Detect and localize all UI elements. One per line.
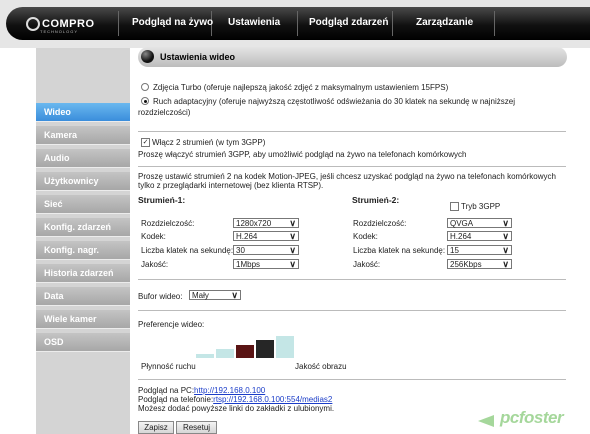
nav-management[interactable]: Zarządzanie	[416, 17, 473, 28]
sidebar-item-event-config[interactable]: Konfig. zdarzeń	[36, 218, 130, 237]
stream1-codec-label: Kodek:	[141, 232, 166, 241]
links-note: Możesz dodać powyższe linki do zakładki …	[138, 404, 335, 413]
preference-label: Preferencje wideo:	[138, 320, 205, 329]
nav-settings[interactable]: Ustawienia	[228, 17, 280, 28]
turbo-radio[interactable]	[141, 83, 149, 91]
stream1-resolution-select[interactable]: 1280x720	[233, 218, 299, 228]
stream2-quality-label: Jakość:	[353, 260, 381, 269]
stream2-quality-select[interactable]: 256Kbps	[447, 259, 512, 269]
phone-link-row: Podgląd na telefonie:rtsp://192.168.0.10…	[138, 395, 332, 404]
divider	[138, 379, 566, 380]
preference-right-label: Jakość obrazu	[295, 362, 347, 371]
pc-link[interactable]: http://192.168.0.100	[194, 386, 265, 395]
reset-button[interactable]: Resetuj	[176, 421, 217, 434]
watermark-arrow-icon	[478, 415, 494, 427]
divider	[138, 166, 566, 167]
phone-link[interactable]: rtsp://192.168.0.100:554/medias2	[213, 395, 332, 404]
watermark: pcfoster	[500, 408, 564, 427]
stream1-resolution-label: Rozdzielczość:	[141, 219, 195, 228]
buffer-label: Bufor wideo:	[138, 292, 183, 301]
preference-left-label: Płynność ruchu	[141, 362, 196, 371]
divider	[138, 279, 566, 280]
stream2-fps-label: Liczba klatek na sekundę:	[353, 246, 446, 255]
stream2-title: Strumień-2:	[352, 195, 400, 205]
info-line-1: Proszę ustawić strumień 2 na kodek Motio…	[138, 172, 556, 181]
mode-3gpp-checkbox[interactable]	[450, 202, 459, 211]
stream2-codec-label: Kodek:	[353, 232, 378, 241]
stream1-codec-select[interactable]: H.264	[233, 231, 299, 241]
stream2-codec-select[interactable]: H.264	[447, 231, 512, 241]
dual-stream-hint: Proszę włączyć strumień 3GPP, aby umożli…	[138, 150, 467, 159]
section-title: Ustawienia wideo	[160, 52, 236, 62]
sidebar-item-network[interactable]: Sieć	[36, 195, 130, 214]
logo-ring-icon	[26, 17, 40, 31]
sidebar-item-multi-camera[interactable]: Wiele kamer	[36, 310, 130, 329]
divider	[138, 310, 566, 311]
pc-link-label: Podgląd na PC:	[138, 386, 195, 395]
section-header: Ustawienia wideo	[138, 47, 567, 67]
stream1-fps-label: Liczba klatek na sekundę:	[141, 246, 234, 255]
buffer-select[interactable]: Mały	[189, 290, 241, 300]
sidebar-item-audio[interactable]: Audio	[36, 149, 130, 168]
sidebar-item-record-config[interactable]: Konfig. nagr.	[36, 241, 130, 260]
nav-event-view[interactable]: Podgląd zdarzeń	[309, 17, 388, 28]
preference-level-4[interactable]	[256, 340, 274, 358]
sidebar-item-video[interactable]: Wideo	[36, 103, 130, 122]
preference-slider[interactable]	[196, 336, 294, 358]
stream1-title: Strumień-1:	[138, 195, 186, 205]
sidebar-item-date[interactable]: Data	[36, 287, 130, 306]
stream1-quality-select[interactable]: 1Mbps	[233, 259, 299, 269]
preference-level-5[interactable]	[276, 336, 294, 358]
pc-link-row: Podgląd na PC:http://192.168.0.100	[138, 386, 265, 395]
adaptive-radio[interactable]	[141, 97, 149, 105]
header-ball-icon	[141, 50, 154, 63]
turbo-label: Zdjęcia Turbo (oferuje najlepszą jakość …	[153, 83, 449, 92]
sidebar-item-users[interactable]: Użytkownicy	[36, 172, 130, 191]
preference-level-3[interactable]	[236, 345, 254, 358]
sidebar-item-osd[interactable]: OSD	[36, 333, 130, 352]
main-nav: COMPRO TECHNOLOGY	[6, 7, 590, 40]
phone-link-label: Podgląd na telefonie:	[138, 395, 214, 404]
mode-3gpp-label: Tryb 3GPP	[461, 202, 501, 211]
stream2-resolution-label: Rozdzielczość:	[353, 219, 407, 228]
dual-stream-checkbox[interactable]: ✓	[141, 138, 150, 147]
preference-level-2[interactable]	[216, 349, 234, 358]
stream2-fps-select[interactable]: 15	[447, 245, 512, 255]
stream1-fps-select[interactable]: 30	[233, 245, 299, 255]
info-line-2: tylko z przeglądarki internetowej (bez k…	[138, 181, 324, 190]
stream2-resolution-select[interactable]: QVGA	[447, 218, 512, 228]
divider	[138, 131, 566, 132]
compro-logo: COMPRO TECHNOLOGY	[26, 17, 95, 34]
sidebar-item-camera[interactable]: Kamera	[36, 126, 130, 145]
save-button[interactable]: Zapisz	[138, 421, 174, 434]
dual-stream-label: Włącz 2 strumień (w tym 3GPP)	[152, 138, 266, 147]
adaptive-label-line2: rozdzielczości)	[138, 108, 191, 117]
stream1-quality-label: Jakość:	[141, 260, 169, 269]
nav-live-view[interactable]: Podgląd na żywo	[132, 17, 213, 28]
preference-level-1[interactable]	[196, 354, 214, 358]
adaptive-label-line1: Ruch adaptacyjny (oferuje najwyższą częs…	[153, 97, 515, 106]
sidebar-item-event-history[interactable]: Historia zdarzeń	[36, 264, 130, 283]
